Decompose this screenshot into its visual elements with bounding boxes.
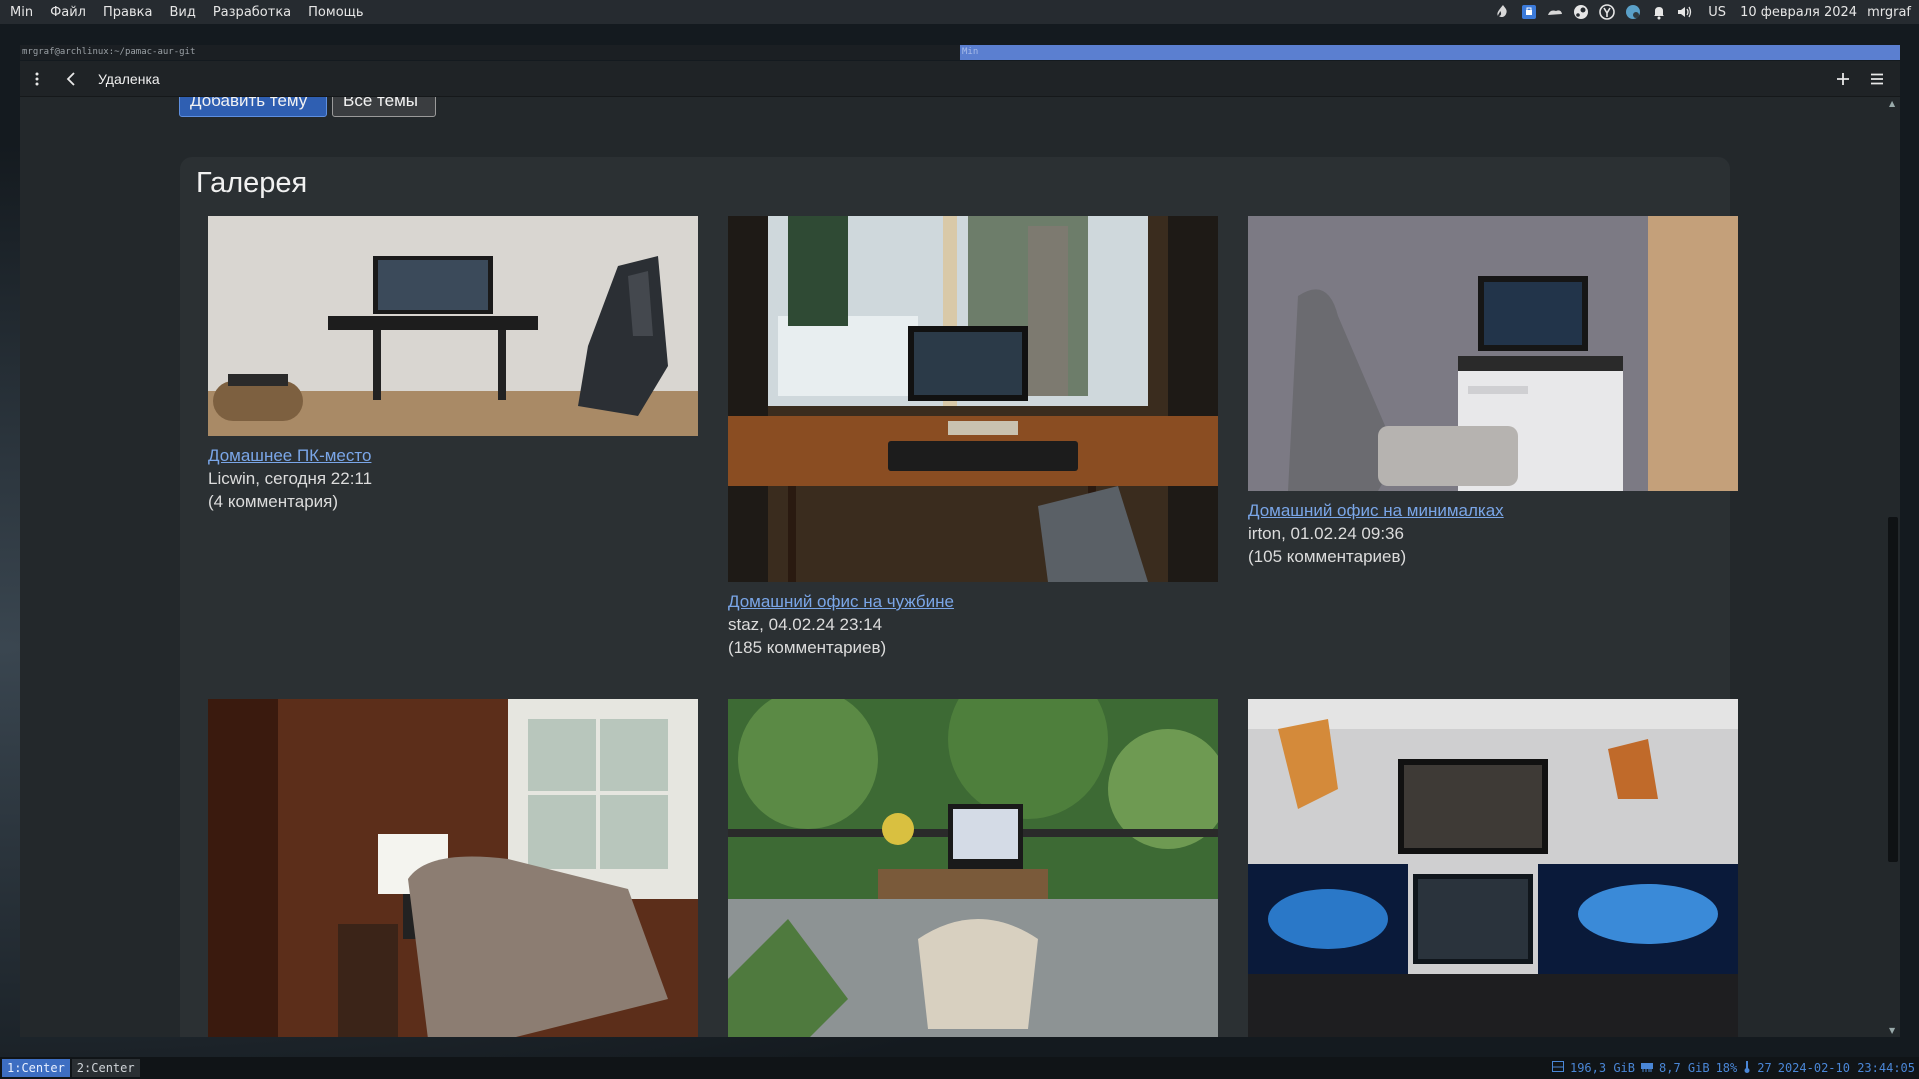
status-datetime: 2024-02-10 23:44:05 — [1777, 1061, 1915, 1075]
gallery-title: Галерея — [196, 167, 308, 199]
memory-usage: 8,7 GiB — [1659, 1061, 1710, 1075]
disk-icon — [1551, 1061, 1564, 1075]
workspace-1[interactable]: 1:Center — [2, 1059, 70, 1077]
toolbar-right — [1826, 61, 1900, 97]
keyboard-layout[interactable]: US — [1708, 5, 1726, 20]
bottom-statusbar: 1:Center 2:Center 196,3 GiB 8,7 GiB 18% … — [0, 1057, 1919, 1079]
hamburger-menu-icon[interactable] — [1860, 61, 1894, 97]
cpu-usage: 18% — [1715, 1061, 1738, 1075]
system-stats: 196,3 GiB 8,7 GiB 18% 27 2024-02-10 23:4… — [1546, 1060, 1919, 1076]
card-author-date: Licwin, сегодня 22:11 — [208, 469, 373, 488]
gallery-card — [208, 699, 698, 1037]
memory-icon — [1641, 1061, 1653, 1075]
menu-develop[interactable]: Разработка — [213, 5, 291, 20]
cloud-icon[interactable] — [1545, 3, 1564, 22]
gallery-card: Домашнее ПК-место Licwin, сегодня 22:11 … — [208, 216, 698, 512]
menu-view[interactable]: Вид — [169, 5, 195, 20]
new-tab-plus-icon[interactable] — [1826, 61, 1860, 97]
gallery-card — [728, 699, 1218, 1037]
gallery-section: Галерея Домашнее ПК-место Licwin, сегодн… — [180, 157, 1738, 1037]
kebab-menu-icon[interactable] — [20, 61, 54, 97]
gallery-photo[interactable] — [1248, 216, 1738, 491]
page-scrollbar[interactable]: ▲ ▼ — [1888, 97, 1898, 1037]
menu-edit[interactable]: Правка — [103, 5, 152, 20]
browser-window: Удаленка Добавить тему Все темы Галерея — [20, 61, 1900, 1037]
gallery-photo[interactable] — [728, 216, 1218, 582]
gallery-photo[interactable] — [1248, 699, 1738, 1037]
disk-usage: 196,3 GiB — [1569, 1061, 1635, 1075]
card-comments-count: (4 комментария) — [208, 492, 339, 511]
all-topics-button[interactable]: Все темы — [332, 97, 436, 117]
card-author-date: staz, 04.02.24 23:14 — [728, 615, 883, 634]
flame-icon[interactable] — [1493, 3, 1512, 22]
add-topic-button[interactable]: Добавить тему — [179, 97, 327, 117]
gallery-photo[interactable] — [208, 216, 698, 436]
workspace-2[interactable]: 2:Center — [71, 1059, 140, 1077]
window-tabs-bar: mrgraf@archlinux:~/pamac-aur-git Min — [20, 45, 1900, 60]
shield-icon[interactable] — [1519, 3, 1538, 22]
volume-icon[interactable] — [1675, 3, 1694, 22]
thermometer-icon — [1743, 1060, 1751, 1076]
menu-help[interactable]: Помощь — [308, 5, 363, 20]
yubikey-icon[interactable] — [1597, 3, 1616, 22]
gallery-card: Домашний офис на минималках irton, 01.02… — [1248, 216, 1738, 567]
card-comments-count: (105 комментариев) — [1248, 547, 1407, 566]
network-icon[interactable] — [1623, 3, 1642, 22]
card-author-date: irton, 01.02.24 09:36 — [1248, 524, 1404, 543]
clock-date[interactable]: 10 февраля 2024 — [1740, 5, 1857, 20]
back-arrow-icon[interactable] — [54, 61, 88, 97]
card-title-link[interactable]: Домашнее ПК-место — [208, 446, 698, 466]
card-title-link[interactable]: Домашний офис на чужбине — [728, 592, 1218, 612]
system-tray: US 10 февраля 2024 mrgraf — [1486, 3, 1919, 22]
tab-title[interactable]: Удаленка — [98, 71, 160, 87]
user-name[interactable]: mrgraf — [1867, 5, 1911, 20]
bell-icon[interactable] — [1649, 3, 1668, 22]
gallery-card: Домашний офис на чужбине staz, 04.02.24 … — [728, 216, 1218, 658]
terminal-window-title[interactable]: mrgraf@archlinux:~/pamac-aur-git — [20, 45, 960, 60]
menu-app[interactable]: Min — [10, 5, 33, 20]
steam-icon[interactable] — [1571, 3, 1590, 22]
menu-file[interactable]: Файл — [50, 5, 86, 20]
scroll-up-icon[interactable]: ▲ — [1889, 99, 1895, 108]
scroll-down-icon[interactable]: ▼ — [1889, 1026, 1895, 1035]
page-content: Добавить тему Все темы Галерея Домашнее … — [20, 97, 1900, 1037]
browser-toolbar: Удаленка — [20, 61, 1900, 97]
scrollbar-thumb[interactable] — [1888, 517, 1898, 862]
browser-window-title[interactable]: Min — [960, 45, 1900, 60]
gallery-photo[interactable] — [728, 699, 1218, 1037]
temperature: 27 — [1757, 1061, 1772, 1075]
card-comments-count: (185 комментариев) — [728, 638, 887, 657]
app-menu: Min Файл Правка Вид Разработка Помощь — [0, 5, 381, 20]
gallery-photo[interactable] — [208, 699, 698, 1037]
card-title-link[interactable]: Домашний офис на минималках — [1248, 501, 1738, 521]
system-menubar: Min Файл Правка Вид Разработка Помощь US… — [0, 0, 1919, 24]
gallery-card — [1248, 699, 1738, 1037]
